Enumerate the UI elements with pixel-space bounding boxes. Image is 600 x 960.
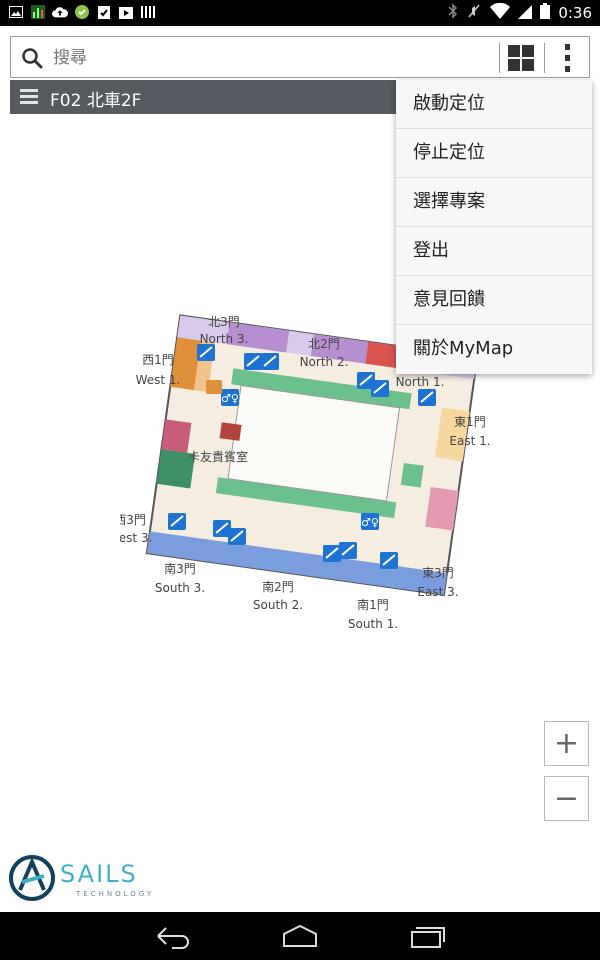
zoom-out-button[interactable]: − bbox=[544, 776, 589, 821]
grid-view-button[interactable] bbox=[508, 45, 534, 71]
menu-item-feedback[interactable]: 意見回饋 bbox=[396, 276, 592, 325]
signal-icon bbox=[518, 3, 533, 23]
menu-item-stop-positioning[interactable]: 停止定位 bbox=[396, 129, 592, 178]
escalator-icon bbox=[168, 513, 186, 530]
map-label: 西3門 bbox=[120, 513, 146, 527]
system-icons: 0:36 bbox=[448, 2, 592, 23]
divider bbox=[499, 43, 500, 73]
back-icon[interactable] bbox=[152, 922, 192, 950]
map-label: North 3. bbox=[200, 332, 249, 346]
map-label: 北3門 bbox=[208, 315, 240, 329]
dot bbox=[564, 66, 570, 72]
svg-text:♂♀: ♂♀ bbox=[221, 392, 239, 405]
service-icon bbox=[206, 380, 222, 394]
map-label: East 1. bbox=[449, 434, 490, 448]
map-label: 南1門 bbox=[357, 597, 389, 612]
play-store-icon bbox=[118, 4, 134, 20]
escalator-icon bbox=[418, 389, 436, 406]
map-label: 卡友貴賓室 bbox=[188, 449, 248, 464]
escalator-icon bbox=[228, 528, 246, 545]
grid-cell bbox=[522, 59, 534, 71]
map-label: South 1. bbox=[348, 617, 398, 631]
bluetooth-icon bbox=[448, 3, 458, 23]
dot bbox=[564, 44, 570, 50]
map-label: South 2. bbox=[253, 598, 303, 612]
clipboard-check-icon bbox=[96, 4, 112, 20]
restroom-icon: ♂♀ bbox=[361, 513, 379, 530]
restroom-icon: ♂♀ bbox=[221, 389, 239, 406]
map-label: North 2. bbox=[300, 355, 349, 369]
cloud-upload-icon bbox=[52, 4, 68, 20]
logo-brand-text: SAILS bbox=[60, 860, 138, 888]
floors-icon bbox=[20, 89, 38, 105]
mute-icon bbox=[466, 3, 482, 23]
map-label: 東3門 bbox=[422, 566, 454, 580]
navigation-bar bbox=[0, 912, 600, 960]
escalator-icon bbox=[371, 380, 389, 397]
map-label: 南3門 bbox=[164, 561, 196, 576]
zoom-in-button[interactable]: + bbox=[544, 721, 589, 766]
recent-apps-icon[interactable] bbox=[408, 922, 448, 950]
sails-logo: SAILS TECHNOLOGY bbox=[8, 852, 168, 904]
security-shield-icon bbox=[74, 4, 90, 20]
search-icon[interactable] bbox=[21, 47, 43, 69]
map-label: 北2門 bbox=[308, 337, 340, 351]
map-label: East 3. bbox=[417, 585, 458, 599]
map-label: 東1門 bbox=[454, 415, 486, 429]
svg-text:♂♀: ♂♀ bbox=[361, 516, 379, 529]
map-label: 南2門 bbox=[262, 579, 294, 594]
map-label: West 3. bbox=[120, 531, 152, 545]
map-label: 西1門 bbox=[142, 353, 174, 367]
escalator-icon bbox=[244, 353, 262, 370]
equalizer-icon bbox=[30, 4, 46, 20]
divider bbox=[544, 43, 545, 73]
logo-sub-text: TECHNOLOGY bbox=[75, 890, 154, 898]
status-bar: 0:36 bbox=[0, 0, 600, 26]
grid-cell bbox=[508, 59, 520, 71]
escalator-icon bbox=[261, 353, 279, 370]
wifi-icon bbox=[490, 2, 511, 23]
dot bbox=[564, 55, 570, 61]
escalator-icon bbox=[323, 545, 341, 562]
barcode-icon bbox=[140, 4, 156, 20]
escalator-icon bbox=[197, 344, 215, 361]
notification-icons bbox=[8, 4, 156, 20]
menu-item-start-positioning[interactable]: 啟動定位 bbox=[396, 80, 592, 129]
map-label: South 3. bbox=[155, 581, 205, 595]
floor-label: F02 北車2F bbox=[50, 91, 142, 111]
overflow-menu-button[interactable] bbox=[559, 44, 575, 72]
grid-cell bbox=[522, 45, 534, 57]
menu-item-logout[interactable]: 登出 bbox=[396, 227, 592, 276]
search-bar bbox=[10, 36, 590, 78]
map-label: West 1. bbox=[136, 373, 181, 387]
menu-item-about[interactable]: 關於MyMap bbox=[396, 325, 592, 374]
home-icon[interactable] bbox=[280, 922, 320, 950]
grid-cell bbox=[508, 45, 520, 57]
menu-item-select-project[interactable]: 選擇專案 bbox=[396, 178, 592, 227]
search-input[interactable] bbox=[51, 45, 495, 71]
battery-icon bbox=[540, 3, 551, 23]
image-icon bbox=[8, 4, 24, 20]
clock: 0:36 bbox=[558, 4, 592, 22]
escalator-icon bbox=[339, 542, 357, 559]
map-label: North 1. bbox=[396, 375, 445, 389]
escalator-icon bbox=[380, 552, 398, 569]
overflow-menu: 啟動定位 停止定位 選擇專案 登出 意見回饋 關於MyMap bbox=[396, 80, 592, 374]
